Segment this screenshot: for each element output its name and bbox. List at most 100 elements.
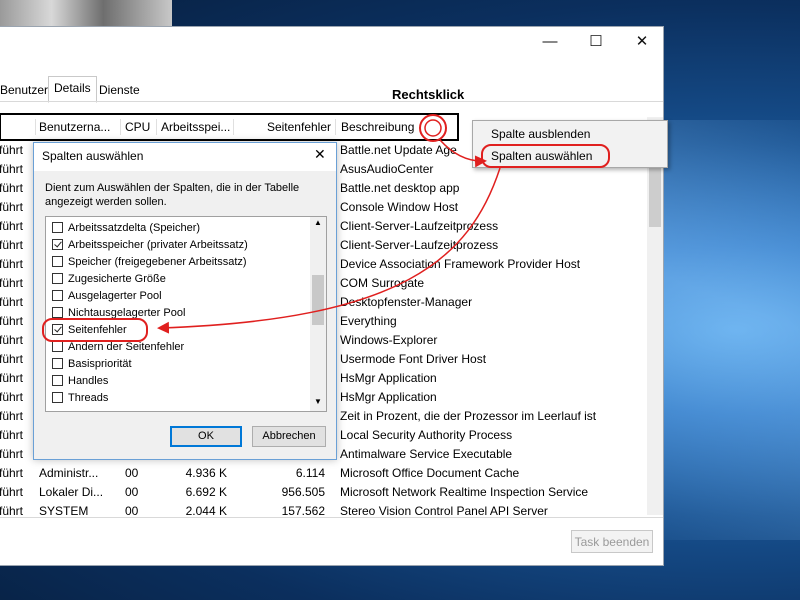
cell-description: Console Window Host — [340, 200, 459, 214]
cell-description: Desktopfenster-Manager — [340, 295, 473, 309]
cell-description: Zeit in Prozent, die der Prozessor im Le… — [340, 409, 597, 423]
tab-dienste[interactable]: Dienste — [94, 79, 145, 101]
cell-status: führt — [0, 447, 24, 461]
column-option[interactable]: Handles — [52, 373, 108, 390]
ok-button[interactable]: OK — [170, 426, 242, 447]
cell-description: Device Association Framework Provider Ho… — [340, 257, 581, 271]
cell-description: Client-Server-Laufzeitprozess — [340, 238, 499, 252]
cell-status: führt — [0, 409, 24, 423]
maximize-button[interactable]: ☐ — [573, 27, 619, 55]
dialog-title: Spalten auswählen — [42, 149, 144, 163]
cell-status: führt — [0, 219, 24, 233]
select-columns-dialog: Spalten auswählen ✕ Dient zum Auswählen … — [33, 142, 337, 460]
cancel-button[interactable]: Abbrechen — [252, 426, 326, 447]
checkbox[interactable] — [52, 375, 63, 386]
minimize-button[interactable]: — — [527, 27, 573, 55]
cell-memory: 6.692 K — [185, 485, 227, 499]
dialog-description: Dient zum Auswählen der Spalten, die in … — [45, 182, 300, 208]
column-option-label: Handles — [68, 375, 109, 387]
cell-description: HsMgr Application — [340, 390, 437, 404]
tab-details[interactable]: Details — [48, 76, 97, 103]
column-header-seitenfehler[interactable]: Seitenfehler — [237, 115, 331, 139]
close-button[interactable]: ✕ — [619, 27, 665, 55]
menu-item-select-columns[interactable]: Spalten auswählen — [473, 145, 667, 167]
column-option[interactable]: Nichtausgelagerter Pool — [52, 305, 185, 322]
column-option[interactable]: Arbeitssatzdelta (Speicher) — [52, 220, 200, 237]
annotation-label: Rechtsklick — [392, 87, 465, 102]
checkbox[interactable] — [52, 392, 63, 403]
cell-description: Antimalware Service Executable — [340, 447, 513, 461]
cell-page-faults: 6.114 — [295, 466, 325, 480]
cell-status: führt — [0, 257, 24, 271]
cell-status: führt — [0, 333, 24, 347]
tab-bar: Benutzer Details Dienste — [0, 76, 663, 103]
scroll-down-icon[interactable]: ▼ — [314, 397, 322, 406]
cell-status: führt — [0, 200, 24, 214]
cell-description: Microsoft Office Document Cache — [340, 466, 520, 480]
column-checkbox-list: Arbeitssatzdelta (Speicher) Arbeitsspeich… — [45, 216, 327, 412]
cell-description: HsMgr Application — [340, 371, 437, 385]
checkbox[interactable] — [52, 256, 63, 267]
column-header-arbeitsspeicher[interactable]: Arbeitsspei... — [161, 115, 235, 139]
column-option[interactable]: Threads — [52, 390, 108, 407]
cell-description: Usermode Font Driver Host — [340, 352, 487, 366]
column-header-beschreibung[interactable]: Beschreibung — [341, 115, 431, 139]
cell-status: führt — [0, 314, 24, 328]
cell-status: führt — [0, 143, 24, 157]
column-separator[interactable] — [335, 119, 336, 135]
task-end-button[interactable]: Task beenden — [571, 530, 653, 553]
checkbox[interactable] — [52, 358, 63, 369]
column-option-label: Basispriorität — [68, 358, 132, 370]
list-scroll-thumb[interactable] — [312, 275, 324, 325]
column-separator[interactable] — [35, 119, 36, 135]
menu-item-hide-column[interactable]: Spalte ausblenden — [473, 123, 667, 145]
column-option-label: Speicher (freigegebener Arbeitssatz) — [68, 256, 247, 268]
cell-status: führt — [0, 295, 24, 309]
column-option-label: Threads — [68, 392, 109, 404]
dialog-close-icon[interactable]: ✕ — [314, 146, 326, 163]
column-separator[interactable] — [120, 119, 121, 135]
cell-description: Windows-Explorer — [340, 333, 438, 347]
scroll-up-icon[interactable]: ▲ — [314, 218, 322, 227]
checkbox[interactable] — [52, 273, 63, 284]
cell-memory: 4.936 K — [185, 466, 227, 480]
column-option-label: Nichtausgelagerter Pool — [68, 307, 186, 319]
cell-status: führt — [0, 466, 24, 480]
checkbox[interactable] — [52, 222, 63, 233]
cell-status: führt — [0, 181, 24, 195]
background-window-strip — [0, 0, 172, 26]
column-option-label: Zugesicherte Größe — [68, 273, 166, 285]
column-header-benutzername[interactable]: Benutzerna... — [39, 115, 117, 139]
column-option-label: Ändern der Seitenfehler — [68, 341, 185, 353]
cell-status: führt — [0, 238, 24, 252]
column-option[interactable]: Ändern der Seitenfehler — [52, 339, 184, 356]
cell-status: führt — [0, 428, 24, 442]
checkbox[interactable] — [52, 341, 63, 352]
column-option[interactable]: Seitenfehler — [52, 322, 127, 339]
cell-description: COM Surrogate — [340, 276, 425, 290]
cell-status: führt — [0, 352, 24, 366]
column-option[interactable]: Basispriorität — [52, 356, 132, 373]
column-header-cpu[interactable]: CPU — [125, 115, 155, 139]
tab-divider — [0, 101, 663, 102]
checkbox[interactable] — [52, 307, 63, 318]
cell-status: führt — [0, 162, 24, 176]
column-option[interactable]: Speicher (freigegebener Arbeitssatz) — [52, 254, 247, 271]
cell-cpu: 00 — [125, 466, 139, 480]
checkbox[interactable] — [52, 324, 63, 335]
column-separator[interactable] — [156, 119, 157, 135]
column-separator[interactable] — [233, 119, 234, 135]
checkbox[interactable] — [52, 239, 63, 250]
cell-description: Everything — [340, 314, 397, 328]
checkbox[interactable] — [52, 290, 63, 301]
column-option[interactable]: Arbeitsspeicher (privater Arbeitssatz) — [52, 237, 248, 254]
column-option-label: Arbeitsspeicher (privater Arbeitssatz) — [68, 239, 248, 251]
tab-benutzer[interactable]: Benutzer — [0, 79, 53, 101]
cell-status: führt — [0, 485, 24, 499]
column-option[interactable]: Zugesicherte Größe — [52, 271, 166, 288]
cell-page-faults: 956.505 — [281, 485, 325, 499]
cell-user: Lokaler Di... — [39, 485, 104, 499]
cell-status: führt — [0, 390, 24, 404]
cell-cpu: 00 — [125, 485, 139, 499]
column-option[interactable]: Ausgelagerter Pool — [52, 288, 162, 305]
